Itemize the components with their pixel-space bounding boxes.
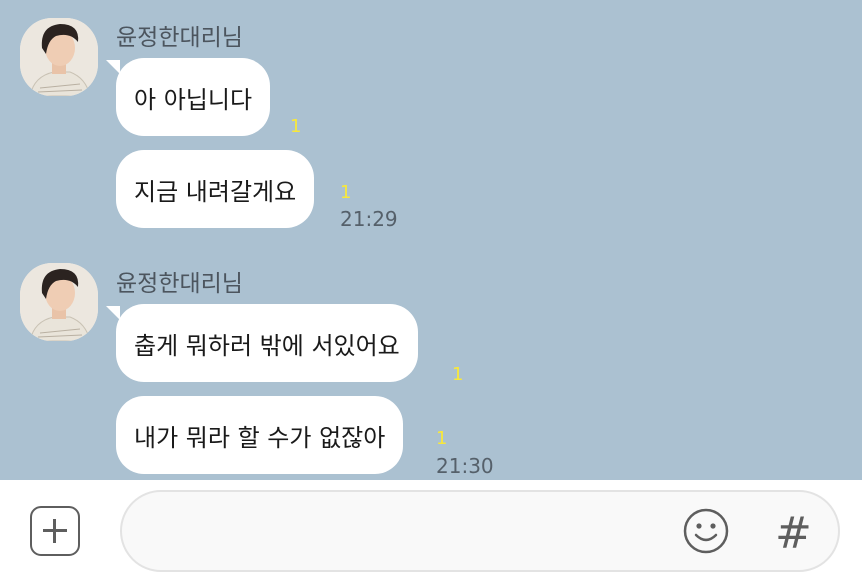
message-bubble[interactable]: 지금 내려갈게요	[116, 150, 315, 228]
bubble-tail	[106, 60, 120, 74]
plus-icon[interactable]	[30, 506, 80, 556]
message-time: 21:29	[340, 207, 398, 231]
message-composer	[0, 480, 862, 576]
smiley-icon[interactable]	[682, 507, 730, 555]
hashtag-button[interactable]: #	[775, 508, 812, 559]
message-text: 지금 내려갈게요	[134, 177, 297, 206]
chat-area: 윤정한대리님 아 아닙니다 1 지금 내려갈게요 1 21:29 윤정한대리님 …	[0, 0, 862, 480]
message-bubble[interactable]: 아 아닙니다	[116, 58, 271, 136]
unread-count: 1	[290, 116, 302, 137]
unread-count: 1	[436, 428, 448, 449]
bubble-tail	[106, 306, 120, 320]
sender-name: 윤정한대리님	[116, 271, 243, 297]
message-text: 춥게 뭐하러 밖에 서있어요	[134, 331, 400, 360]
message-time: 21:30	[436, 454, 494, 478]
sender-name: 윤정한대리님	[116, 25, 243, 51]
message-input[interactable]	[120, 490, 840, 572]
sender-avatar[interactable]	[20, 263, 98, 341]
unread-count: 1	[452, 364, 464, 385]
message-bubble[interactable]: 춥게 뭐하러 밖에 서있어요	[116, 304, 418, 382]
message-text: 아 아닙니다	[134, 85, 253, 114]
message-bubble[interactable]: 내가 뭐라 할 수가 없잖아	[116, 396, 404, 474]
sender-avatar[interactable]	[20, 18, 98, 96]
message-text: 내가 뭐라 할 수가 없잖아	[134, 423, 386, 452]
unread-count: 1	[340, 182, 352, 203]
